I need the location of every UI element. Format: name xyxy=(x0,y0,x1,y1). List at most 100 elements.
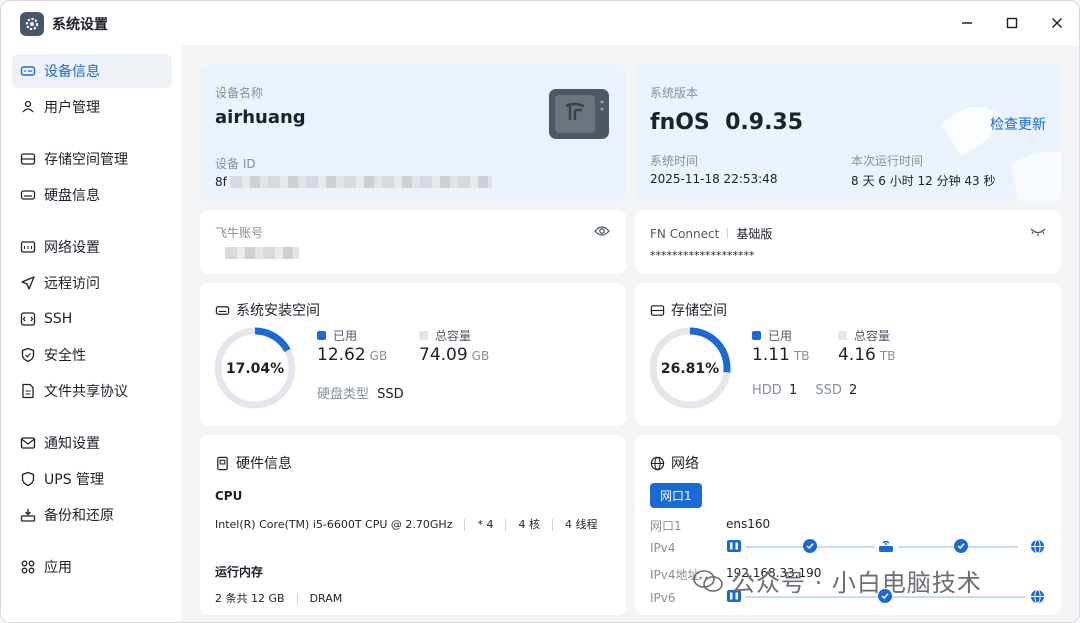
send-icon xyxy=(20,275,36,291)
fn-connect-card: FN Connect 基础版 ******************* xyxy=(635,210,1061,274)
total-label: 总容量 xyxy=(854,329,891,343)
disk-icon xyxy=(215,305,230,315)
cpu-count: * 4 xyxy=(477,518,494,531)
system-space-card: 系统安装空间 17.04% 已用 12.62 GB 总容量 74.09 GB 硬盘类… xyxy=(200,283,626,426)
disk-type: 硬盘类型 SSD xyxy=(317,383,404,402)
system-version: fnOS 0.9.35 xyxy=(650,110,804,135)
minimize-button[interactable] xyxy=(957,13,977,33)
fn-connect-tier: 基础版 xyxy=(736,227,773,241)
minimize-icon xyxy=(962,22,972,24)
sidebar-item-apps[interactable]: 应用 xyxy=(12,550,172,584)
disk-type-label: 硬盘类型 xyxy=(317,387,370,402)
system-space-total-legend: 总容量 xyxy=(419,327,471,344)
port-label: 网口1 xyxy=(650,519,682,533)
ipv4-link-track xyxy=(825,546,875,548)
cpu-info: Intel(R) Core(TM) i5-6600T CPU @ 2.70GHz… xyxy=(215,516,597,532)
storage-total: 4.16 TB xyxy=(838,345,895,365)
sidebar-item-label: 应用 xyxy=(44,560,72,576)
sidebar-item-label: 备份和还原 xyxy=(44,508,114,524)
sidebar-item-security[interactable]: 安全性 xyxy=(12,338,172,372)
used-value: 1.11 xyxy=(752,345,790,365)
settings-gear-icon xyxy=(20,12,44,36)
device-name: airhuang xyxy=(215,107,306,128)
maximize-button[interactable] xyxy=(1002,13,1022,33)
system-space-percent: 17.04% xyxy=(225,361,285,377)
disk-counts: HDD 1 SSD 2 xyxy=(752,383,857,398)
used-unit: TB xyxy=(793,349,810,363)
mail-icon xyxy=(20,435,36,451)
settings-window: 系统设置 设备信息 用户管理 存储空间管理 硬盘信息 网络设置 远程访问 SSH… xyxy=(0,0,1080,623)
sidebar-item-users[interactable]: 用户管理 xyxy=(12,90,172,124)
sidebar-item-backup[interactable]: 备份和还原 xyxy=(12,498,172,532)
sidebar-item-device-info[interactable]: 设备信息 xyxy=(12,54,172,88)
tab-port-1[interactable]: 网口1 xyxy=(650,483,702,508)
storage-title-text: 存储空间 xyxy=(671,303,727,319)
storage-icon xyxy=(650,304,665,316)
system-space-used-legend: 已用 xyxy=(317,327,357,344)
fn-connect-label: FN Connect xyxy=(650,226,720,241)
device-card: 设备名称 airhuang 设备 ID 8f xyxy=(200,65,626,201)
nas-device-icon xyxy=(549,89,609,139)
cpu-threads: 4 线程 xyxy=(564,518,598,531)
storage-title: 存储空间 xyxy=(650,300,727,320)
network-title: 网络 xyxy=(650,453,699,473)
uptime: 8 天 6 小时 12 分钟 43 秒 xyxy=(851,174,996,188)
sidebar-item-network[interactable]: 网络设置 xyxy=(12,230,172,264)
sidebar-item-label: 通知设置 xyxy=(44,436,100,452)
sidebar-item-storage[interactable]: 存储空间管理 xyxy=(12,142,172,176)
ssd-count: 2 xyxy=(849,383,858,398)
file-icon xyxy=(20,383,36,399)
sidebar-item-file-sharing[interactable]: 文件共享协议 xyxy=(12,374,172,408)
hardware-icon xyxy=(217,456,228,470)
memory-type: DRAM xyxy=(309,592,343,605)
network-title-text: 网络 xyxy=(671,456,699,472)
hardware-title-text: 硬件信息 xyxy=(236,456,292,472)
total-value: 4.16 xyxy=(838,345,876,365)
total-unit: GB xyxy=(471,349,490,363)
users-icon xyxy=(20,99,36,115)
sidebar-item-label: 安全性 xyxy=(44,348,86,364)
maximize-icon xyxy=(1006,17,1018,29)
sidebar-item-ssh[interactable]: SSH xyxy=(12,302,172,336)
system-space-total: 74.09 GB xyxy=(419,345,489,365)
storage-total-legend: 总容量 xyxy=(838,327,890,344)
window-title: 系统设置 xyxy=(52,17,108,33)
hdd-count: 1 xyxy=(788,383,798,398)
sidebar-item-label: 文件共享协议 xyxy=(44,384,128,400)
sidebar: 设备信息 用户管理 存储空间管理 硬盘信息 网络设置 远程访问 SSH 安全性 xyxy=(1,45,181,622)
sidebar-item-disk[interactable]: 硬盘信息 xyxy=(12,178,172,212)
total-label: 总容量 xyxy=(435,329,472,343)
title-bar: 系统设置 xyxy=(1,1,1079,45)
storage-icon xyxy=(20,151,36,167)
sidebar-item-label: 网络设置 xyxy=(44,240,100,256)
globe-icon xyxy=(1030,589,1045,604)
check-icon xyxy=(803,539,817,553)
sidebar-item-remote-access[interactable]: 远程访问 xyxy=(12,266,172,300)
sidebar-item-notifications[interactable]: 通知设置 xyxy=(12,426,172,460)
globe-icon xyxy=(1030,539,1045,554)
used-label: 已用 xyxy=(768,329,793,343)
sidebar-item-label: 远程访问 xyxy=(44,276,100,292)
storage-used-legend: 已用 xyxy=(752,327,792,344)
eye-icon[interactable] xyxy=(594,225,610,237)
account-blurred xyxy=(225,247,299,259)
close-button[interactable] xyxy=(1047,13,1067,33)
memory-label: 运行内存 xyxy=(215,565,264,579)
sidebar-item-label: 设备信息 xyxy=(44,64,100,80)
check-update-link[interactable]: 检查更新 xyxy=(990,114,1046,134)
close-icon xyxy=(1052,18,1062,28)
total-value: 74.09 xyxy=(419,345,468,365)
eye-closed-icon[interactable] xyxy=(1030,227,1046,237)
sidebar-item-label: 存储空间管理 xyxy=(44,152,128,168)
device-id-blurred xyxy=(230,176,492,188)
disk-type-value: SSD xyxy=(377,387,404,402)
system-space-title-text: 系统安装空间 xyxy=(236,303,320,319)
hdd-label: HDD xyxy=(752,383,782,398)
account-card: 飞牛账号 xyxy=(200,210,626,274)
sidebar-item-label: 用户管理 xyxy=(44,100,100,116)
sidebar-item-ups[interactable]: UPS 管理 xyxy=(12,462,172,496)
hardware-title: 硬件信息 xyxy=(215,453,292,473)
sidebar-item-label: 硬盘信息 xyxy=(44,188,100,204)
device-name-label: 设备名称 xyxy=(215,86,264,100)
wechat-watermark: 公众号 · 小白电脑技术 xyxy=(693,563,982,598)
